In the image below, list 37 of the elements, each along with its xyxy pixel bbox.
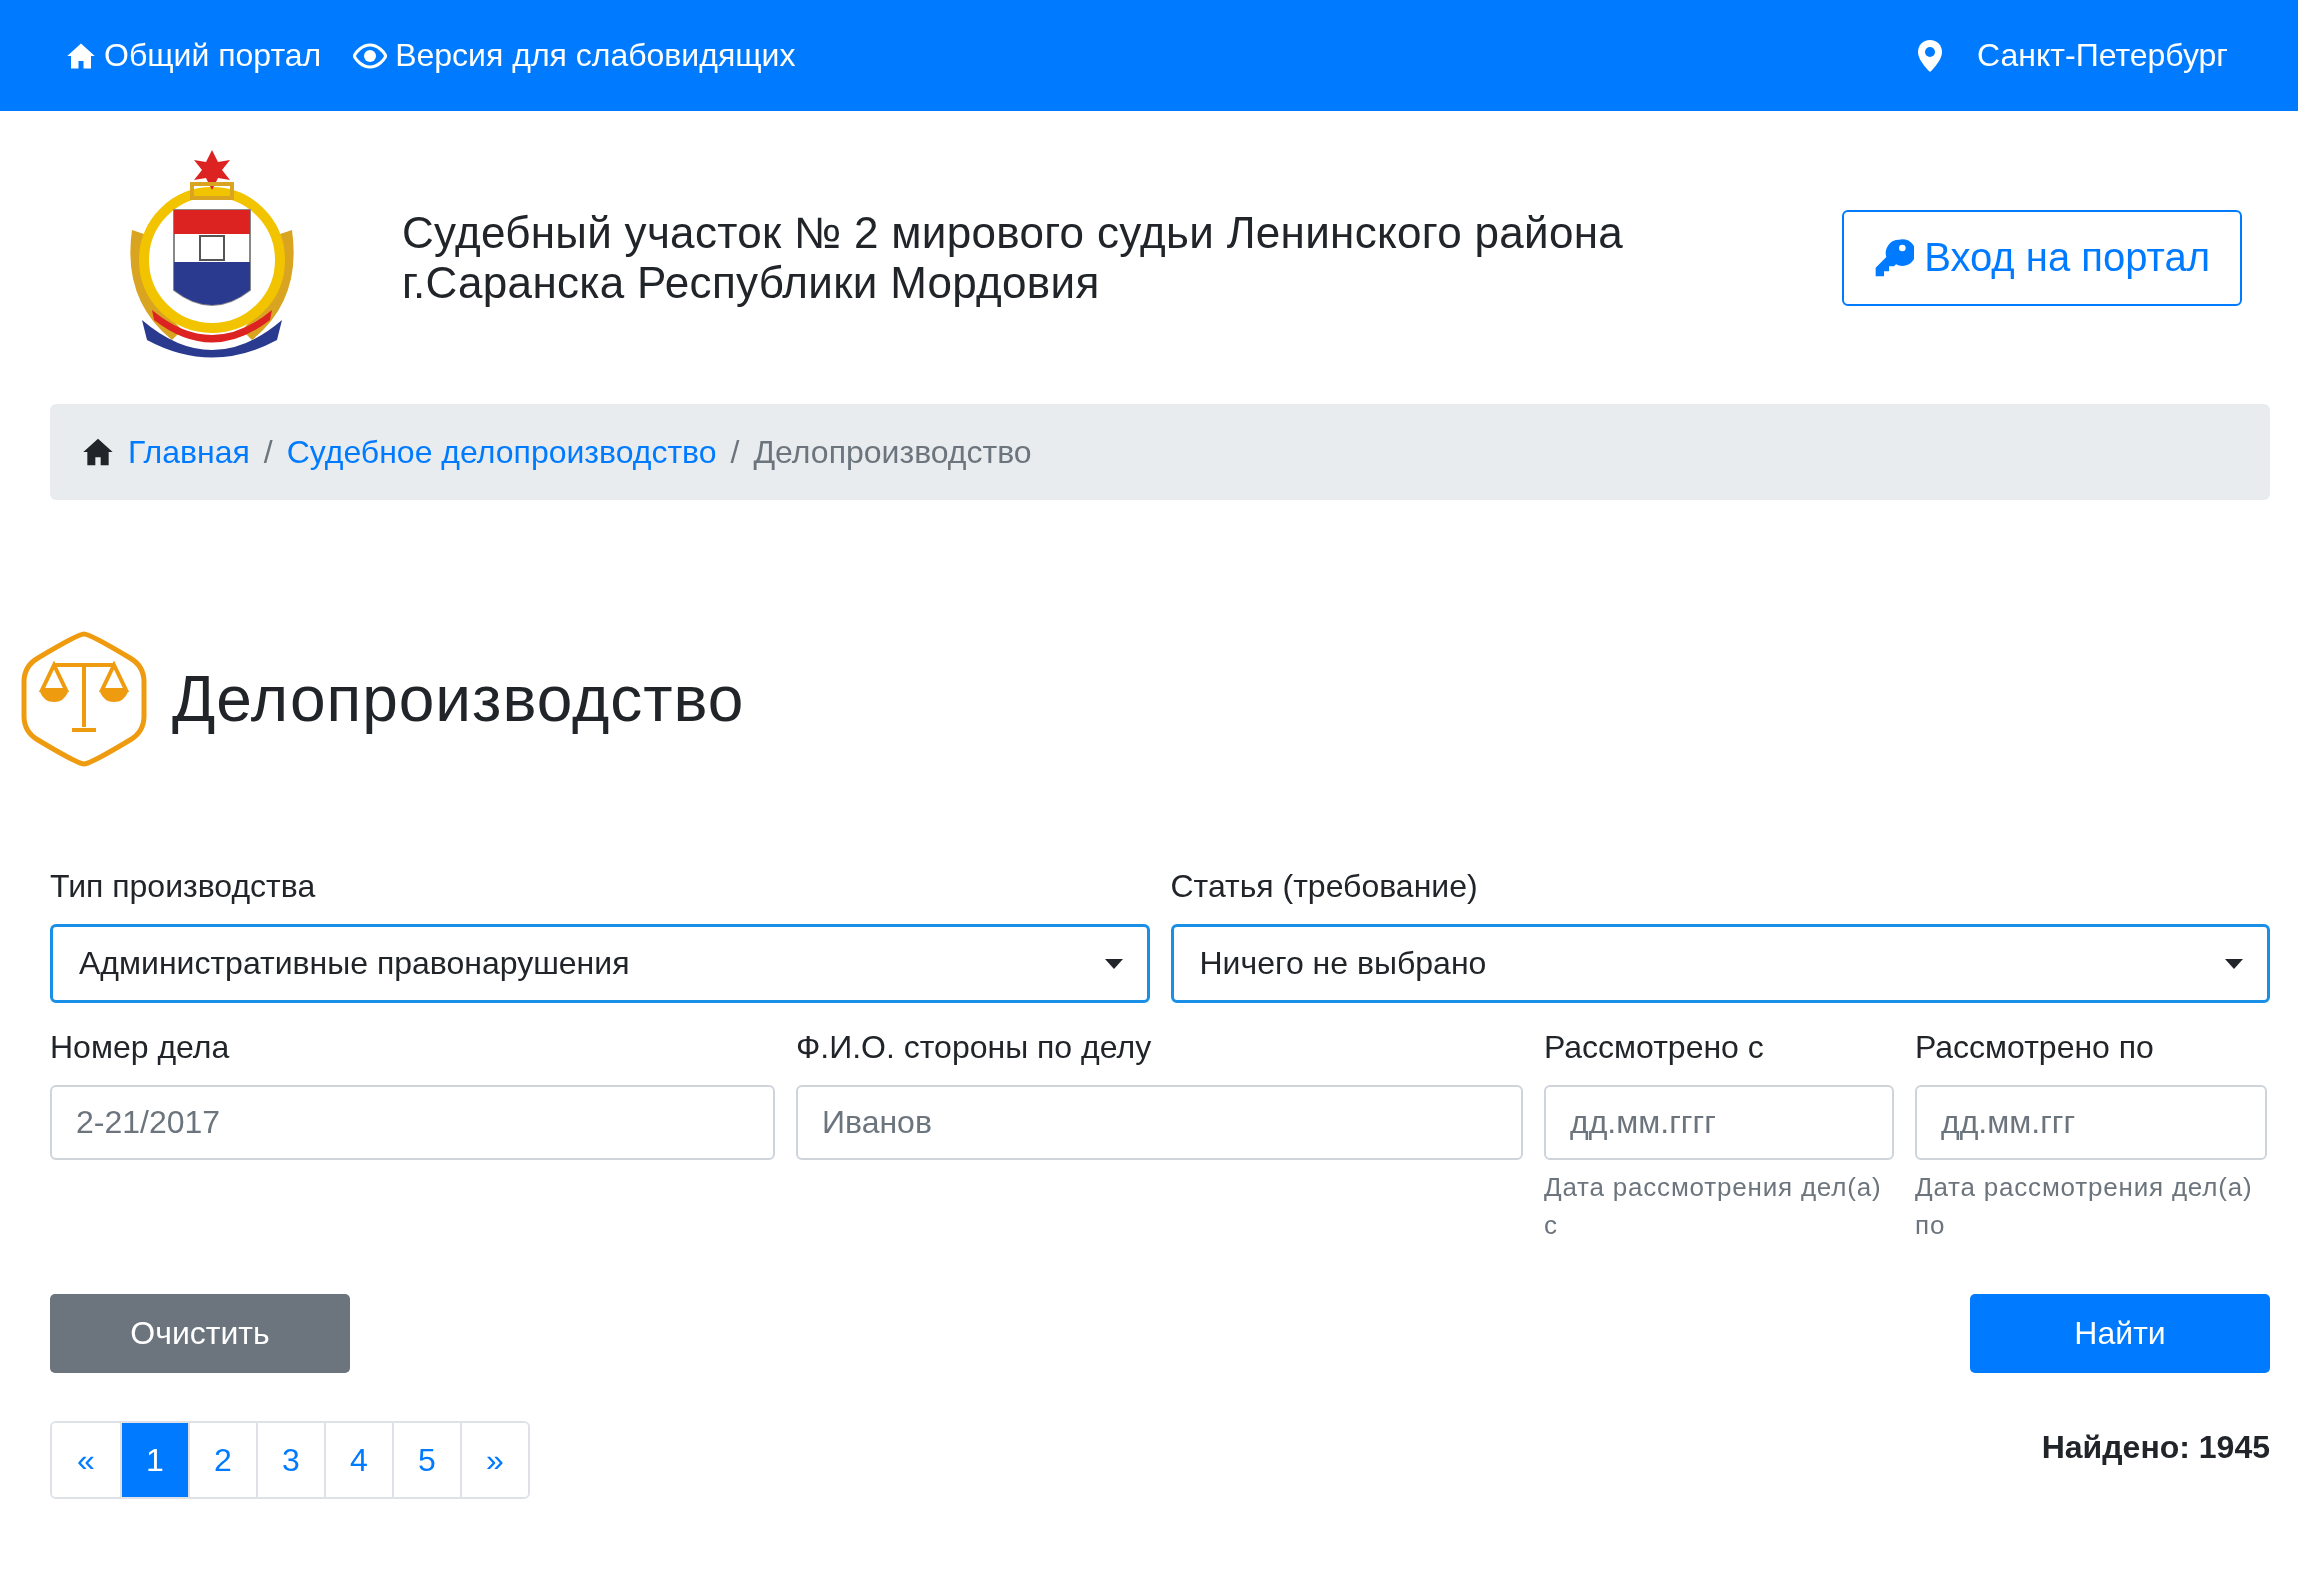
page-title: Делопроизводство bbox=[172, 662, 745, 736]
input-field[interactable]: 2-21/2017 bbox=[50, 1085, 775, 1160]
eye-icon bbox=[353, 42, 388, 69]
map-pin-icon bbox=[1917, 38, 1944, 73]
search-button[interactable]: Найти bbox=[1970, 1294, 2270, 1373]
field-label: Рассмотрено по bbox=[1915, 1029, 2155, 1067]
field-label: Ф.И.О. стороны по делу bbox=[796, 1029, 1153, 1067]
page-link[interactable]: 1 bbox=[120, 1423, 188, 1497]
breadcrumb-separator: / bbox=[263, 433, 273, 471]
court-title: Судебный участок № 2 мирового судьи Ленинского района г.Саранска Республики Мордовия bbox=[402, 207, 1625, 308]
results-count: Найдено: 1945 bbox=[2041, 1429, 2270, 1467]
top-bar-link[interactable]: Общий портал bbox=[66, 37, 322, 74]
breadcrumb-separator: / bbox=[730, 433, 740, 471]
page-link[interactable]: » bbox=[460, 1423, 528, 1497]
field-label: Номер дела bbox=[50, 1029, 231, 1067]
current-page-label: Делопроизводство bbox=[753, 433, 1032, 471]
breadcrumb-item[interactable]: Судебное делопроизводство bbox=[286, 433, 717, 471]
input-field[interactable]: Иванов bbox=[796, 1085, 1523, 1160]
caret-icon bbox=[2225, 958, 2243, 969]
select-field[interactable]: Ничего не выбрано bbox=[1170, 924, 2270, 1003]
caret-icon bbox=[1104, 958, 1123, 969]
field-label: Рассмотрено с bbox=[1544, 1029, 1765, 1067]
login-button[interactable]: Вход на портал bbox=[1842, 209, 2242, 306]
scales-icon bbox=[20, 630, 148, 768]
city-link[interactable]: Санкт-Петербург bbox=[1917, 37, 2228, 74]
help-text: Дата рассмотрения дел(а) по bbox=[1915, 1171, 2254, 1242]
help-text: Дата рассмотрения дел(а) с bbox=[1544, 1171, 1883, 1242]
select-field[interactable]: Административные правонарушения bbox=[50, 924, 1150, 1003]
breadcrumb-item[interactable]: Главная bbox=[128, 433, 250, 471]
input-field[interactable]: дд.мм.гггг bbox=[1544, 1085, 1894, 1160]
top-bar-link[interactable]: Версия для слабовидящих bbox=[353, 37, 796, 74]
clear-button[interactable]: Очистить bbox=[50, 1294, 350, 1373]
home-icon bbox=[82, 436, 114, 468]
field-label: Тип производства bbox=[50, 868, 317, 906]
input-field[interactable]: дд.мм.ггг bbox=[1915, 1085, 2267, 1160]
key-icon bbox=[1874, 237, 1915, 278]
field-label: Статья (требование) bbox=[1170, 868, 1479, 906]
